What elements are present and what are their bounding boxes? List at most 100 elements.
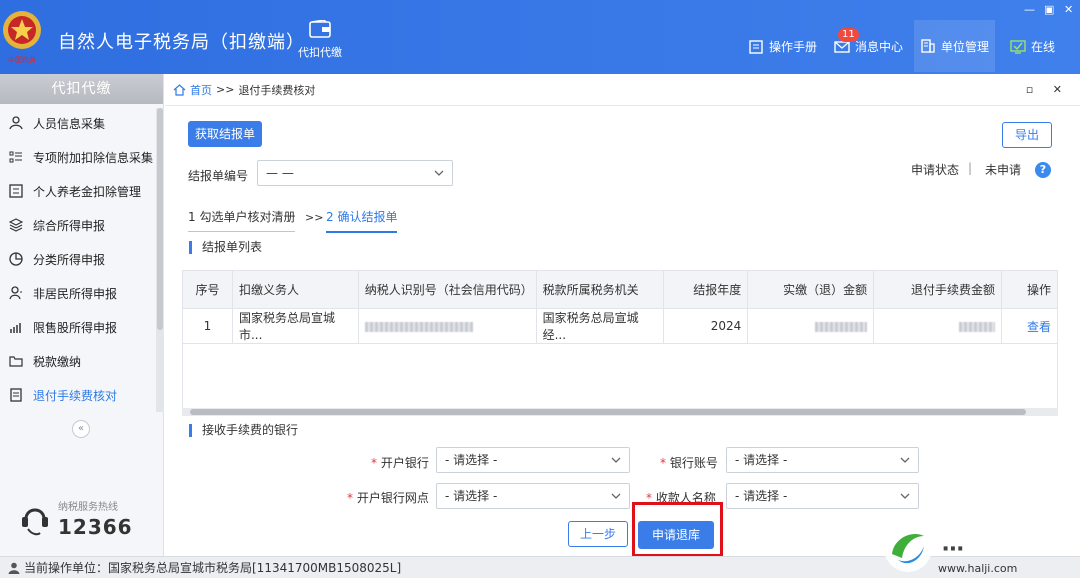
app-title: 自然人电子税务局（扣缴端） xyxy=(58,32,305,53)
report-no-select[interactable]: — — xyxy=(257,160,453,186)
bank-select[interactable]: - 请选择 - xyxy=(436,447,630,473)
required-mark: * xyxy=(347,491,353,505)
sidebar-item-comprehensive-income[interactable]: 综合所得申报 xyxy=(0,208,163,242)
sidebar-item-special-deduction[interactable]: 专项附加扣除信息采集 xyxy=(0,140,163,174)
report-list-title: 结报单列表 xyxy=(189,241,262,254)
layers-icon xyxy=(9,218,23,232)
cell-year: 2024 xyxy=(663,308,749,344)
sidebar-item-label: 非居民所得申报 xyxy=(33,286,118,301)
redacted-paid-amount xyxy=(815,321,868,332)
online-label: 在线 xyxy=(1031,40,1056,54)
manual-link[interactable]: 操作手册 xyxy=(748,38,817,55)
tax-emblem-logo: 中国税务 xyxy=(3,11,41,64)
hotline: 纳税服务热线 12366 xyxy=(18,498,133,539)
home-icon xyxy=(173,83,186,96)
sidebar-item-restricted-stock[interactable]: 限售股所得申报 xyxy=(0,310,163,344)
breadcrumb-home[interactable]: 首页 xyxy=(190,82,212,98)
breadcrumb-separator: >> xyxy=(216,83,235,96)
message-center-link[interactable]: 11 消息中心 xyxy=(834,28,904,55)
redacted-refund-fee xyxy=(959,321,995,332)
folder-icon xyxy=(9,356,23,367)
branch-select-value: - 请选择 - xyxy=(445,489,498,503)
svg-text:⋯: ⋯ xyxy=(942,537,964,562)
main-panel: 首页 >> 退付手续费核对 ▫ ✕ 获取结报单 导出 结报单编号 — — 申请状… xyxy=(165,74,1080,556)
document-icon xyxy=(10,388,22,402)
sidebar-scroll-thumb[interactable] xyxy=(157,108,163,330)
col-taxpayer-id: 纳税人识别号（社会信用代码） xyxy=(357,270,537,309)
step-2[interactable]: 2 确认结报单 xyxy=(326,208,398,233)
export-button[interactable]: 导出 xyxy=(1002,122,1052,148)
account-label: * 银行账号 xyxy=(660,454,718,471)
sidebar-item-label: 分类所得申报 xyxy=(33,252,106,267)
person-outline-icon xyxy=(9,286,22,300)
sidebar-item-person-info[interactable]: 人员信息采集 xyxy=(0,106,163,140)
nav-withholding[interactable]: 代扣代缴 xyxy=(292,20,348,60)
col-year: 结报年度 xyxy=(663,270,749,309)
cell-taxpayer-id xyxy=(357,308,537,344)
sidebar-item-pension[interactable]: 个人养老金扣除管理 xyxy=(0,174,163,208)
report-no-label: 结报单编号 xyxy=(188,169,249,183)
table-row[interactable]: 1 国家税务总局宣城市... 国家税务总局宣城经... 2024 查看 xyxy=(182,308,1058,344)
payee-select[interactable]: - 请选择 - xyxy=(726,483,919,509)
prev-step-button[interactable]: 上一步 xyxy=(568,521,628,547)
account-select-value: - 请选择 - xyxy=(735,453,788,467)
unit-management-link[interactable]: 单位管理 xyxy=(914,20,996,72)
table-hscrollbar[interactable] xyxy=(182,408,1058,416)
view-link[interactable]: 查看 xyxy=(1001,308,1058,344)
chevron-down-icon xyxy=(900,493,910,499)
online-status[interactable]: 在线 xyxy=(1010,38,1055,55)
chevron-down-icon xyxy=(611,493,621,499)
bank-section-title: 接收手续费的银行 xyxy=(189,424,298,437)
breadcrumb: 首页 >> 退付手续费核对 xyxy=(165,74,1080,106)
unit-management-label: 单位管理 xyxy=(941,39,990,54)
required-mark: * xyxy=(371,456,377,470)
payee-select-value: - 请选择 - xyxy=(735,489,788,503)
col-withholder: 扣缴义务人 xyxy=(231,270,359,309)
sidebar-scrollbar[interactable] xyxy=(156,108,164,412)
table-hscroll-thumb[interactable] xyxy=(190,409,1026,415)
col-index: 序号 xyxy=(182,270,233,309)
close-button[interactable]: ✕ xyxy=(1064,3,1073,16)
sidebar-collapse-button[interactable]: « xyxy=(72,420,90,438)
highlight-box xyxy=(632,502,723,557)
sidebar-item-label: 退付手续费核对 xyxy=(33,388,118,403)
panel-window-controls[interactable]: ▫ ✕ xyxy=(1026,83,1070,96)
report-table: 序号 扣缴义务人 纳税人识别号（社会信用代码） 税款所属税务机关 结报年度 实缴… xyxy=(182,270,1058,344)
branch-label-text: 开户银行网点 xyxy=(356,491,429,505)
table-empty-area xyxy=(182,344,1058,408)
hotline-label: 纳税服务热线 xyxy=(58,502,118,513)
watermark-text: www.halji.com xyxy=(938,562,1017,575)
account-select[interactable]: - 请选择 - xyxy=(726,447,919,473)
sidebar-item-nonresident[interactable]: 非居民所得申报 xyxy=(0,276,163,310)
message-center-label: 消息中心 xyxy=(855,40,904,54)
col-paid-amount: 实缴（退）金额 xyxy=(747,270,875,309)
sidebar-item-tax-payment[interactable]: 税款缴纳 xyxy=(0,344,163,378)
bar-chart-icon xyxy=(10,323,21,333)
step-1[interactable]: 1 勾选单户核对清册 xyxy=(188,208,296,232)
col-action: 操作 xyxy=(1001,270,1058,309)
fetch-report-button[interactable]: 获取结报单 xyxy=(188,121,262,147)
breadcrumb-current: 退付手续费核对 xyxy=(238,83,316,97)
pension-card-icon xyxy=(9,184,23,198)
branch-select[interactable]: - 请选择 - xyxy=(436,483,630,509)
pie-chart-icon xyxy=(9,252,23,266)
user-icon xyxy=(8,562,20,574)
report-no-value: — — xyxy=(266,166,294,180)
branch-label: * 开户银行网点 xyxy=(347,489,429,506)
app-header: 中国税务 自然人电子税务局（扣缴端） 代扣代缴 操作手册 11 消息中心 单位管… xyxy=(0,0,1080,74)
chevron-down-icon xyxy=(434,170,444,176)
chevron-down-icon xyxy=(611,457,621,463)
sidebar-item-label: 个人养老金扣除管理 xyxy=(33,184,142,199)
sidebar-item-fee-refund-check[interactable]: 退付手续费核对 xyxy=(0,378,163,412)
cell-paid-amount xyxy=(747,308,875,344)
col-tax-authority: 税款所属税务机关 xyxy=(535,270,665,309)
minimize-button[interactable]: — xyxy=(1024,3,1035,16)
bank-label-text: 开户银行 xyxy=(380,456,429,470)
help-icon[interactable]: ? xyxy=(1035,162,1051,178)
message-badge: 11 xyxy=(838,28,859,42)
online-check-icon xyxy=(1010,39,1026,54)
maximize-button[interactable]: ▣ xyxy=(1044,3,1054,16)
sidebar-item-classified-income[interactable]: 分类所得申报 xyxy=(0,242,163,276)
cell-withholder: 国家税务总局宣城市... xyxy=(231,308,359,344)
nav-withholding-label: 代扣代缴 xyxy=(298,46,342,59)
